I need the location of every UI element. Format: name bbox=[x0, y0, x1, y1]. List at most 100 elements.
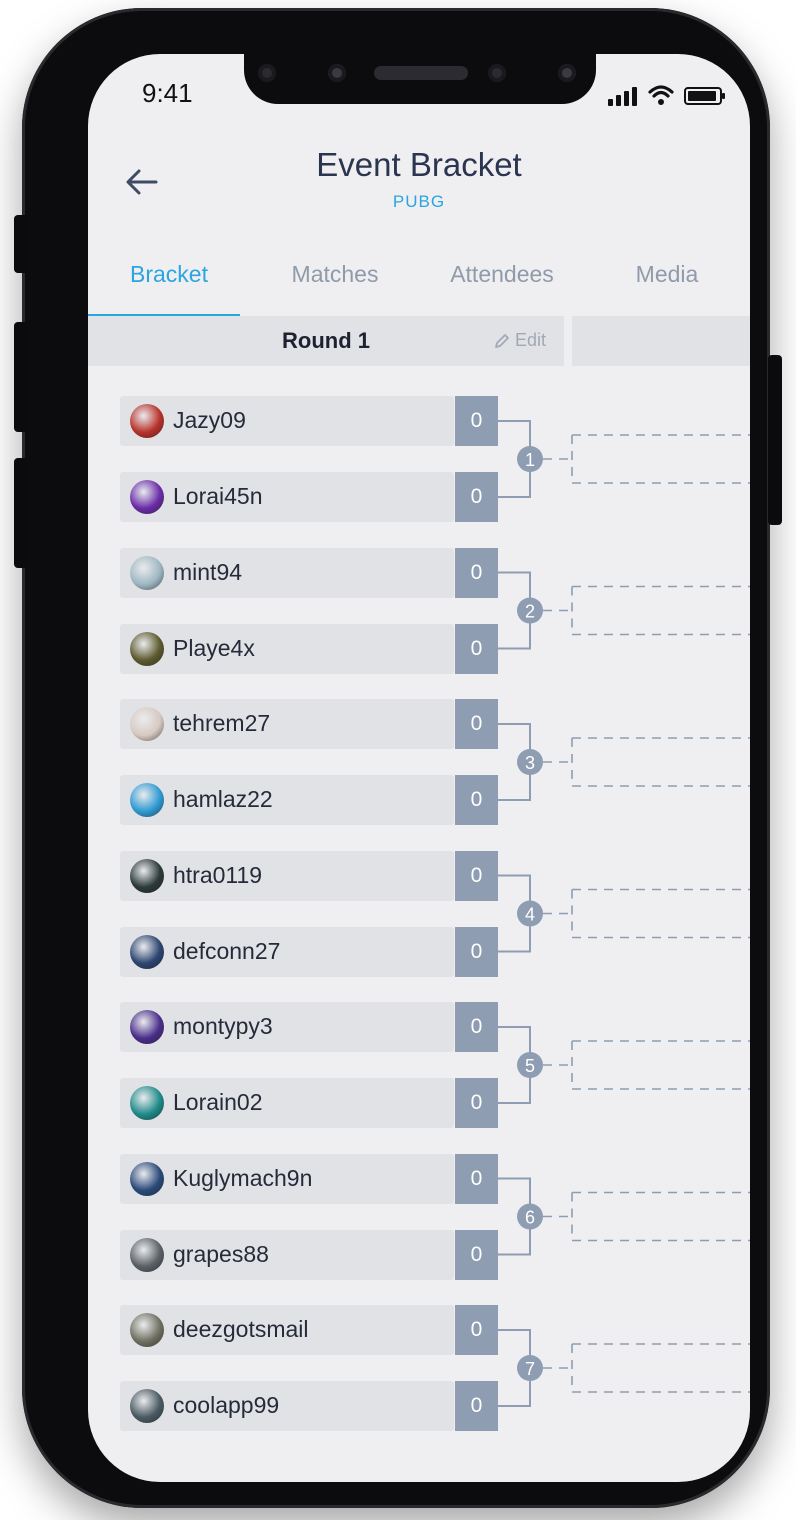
player-name: tehrem27 bbox=[173, 710, 271, 736]
screen: 9:41 Event Bracket PUBG Bracket Matches … bbox=[88, 54, 750, 1482]
score-box[interactable]: 0 bbox=[455, 623, 498, 674]
player-slot: coolapp99 0 bbox=[120, 1381, 498, 1431]
avatar bbox=[130, 1313, 164, 1347]
match-number: 1 bbox=[525, 450, 535, 470]
player-row[interactable]: defconn27 bbox=[120, 926, 454, 977]
player-name: coolapp99 bbox=[173, 1392, 280, 1418]
player-name: grapes88 bbox=[173, 1240, 269, 1267]
avatar bbox=[130, 404, 164, 438]
score-box[interactable]: 0 bbox=[455, 1078, 498, 1128]
player-row[interactable]: Lorai45n bbox=[120, 472, 454, 522]
player-row[interactable]: Lorain02 bbox=[120, 1078, 454, 1128]
pencil-icon bbox=[495, 333, 509, 348]
player-name: defconn27 bbox=[173, 937, 281, 964]
player-slot: htra0119 0 bbox=[120, 850, 498, 901]
next-round-placeholder bbox=[543, 1040, 750, 1090]
player-row[interactable]: hamlaz22 bbox=[120, 775, 454, 825]
match-number: 4 bbox=[525, 905, 535, 925]
signal-icon bbox=[608, 84, 642, 106]
player-slot: deezgotsmail 0 bbox=[120, 1305, 498, 1355]
avatar bbox=[130, 1389, 164, 1423]
player-slot: mint94 0 bbox=[120, 547, 498, 598]
sensor-icon bbox=[258, 64, 276, 82]
tab-media[interactable]: Media bbox=[584, 244, 750, 316]
score-box[interactable]: 0 bbox=[455, 1381, 498, 1431]
avatar bbox=[130, 1086, 164, 1120]
player-slot: Jazy09 0 bbox=[120, 396, 498, 446]
next-round-placeholder bbox=[543, 434, 750, 484]
score-box[interactable]: 0 bbox=[455, 547, 498, 598]
player-row[interactable]: tehrem27 bbox=[120, 699, 454, 749]
player-row[interactable]: deezgotsmail bbox=[120, 1305, 454, 1355]
player-slot: Kuglymach9n 0 bbox=[120, 1153, 498, 1204]
player-slot: grapes88 0 bbox=[120, 1229, 498, 1280]
next-round-placeholder bbox=[543, 585, 750, 636]
tab-matches[interactable]: Matches bbox=[250, 244, 420, 316]
battery-icon bbox=[684, 87, 725, 105]
wifi-icon bbox=[648, 85, 674, 105]
volume-down-button bbox=[14, 458, 28, 568]
score-box[interactable]: 0 bbox=[455, 472, 498, 522]
camera-icon bbox=[488, 64, 506, 82]
score-box[interactable]: 0 bbox=[455, 1229, 498, 1280]
score-box[interactable]: 0 bbox=[455, 775, 498, 825]
player-name: Lorai45n bbox=[173, 483, 263, 509]
tab-attendees[interactable]: Attendees bbox=[420, 244, 584, 316]
player-row[interactable]: htra0119 bbox=[120, 850, 454, 901]
player-name: mint94 bbox=[173, 558, 243, 585]
player-slot: Lorai45n 0 bbox=[120, 472, 498, 522]
status-time: 9:41 bbox=[142, 78, 193, 108]
match-number: 5 bbox=[525, 1056, 535, 1076]
player-row[interactable]: grapes88 bbox=[120, 1229, 454, 1280]
avatar bbox=[130, 1010, 164, 1044]
tab-bar: Bracket Matches Attendees Media bbox=[88, 244, 750, 317]
sensor-icon bbox=[328, 64, 346, 82]
player-name: hamlaz22 bbox=[173, 786, 273, 812]
player-name: htra0119 bbox=[173, 861, 263, 888]
page-subtitle: PUBG bbox=[392, 192, 446, 211]
player-name: Jazy09 bbox=[173, 407, 246, 433]
edit-round-button[interactable]: Edit bbox=[493, 330, 546, 351]
score-box[interactable]: 0 bbox=[455, 850, 498, 901]
score-box[interactable]: 0 bbox=[455, 1002, 498, 1052]
avatar bbox=[130, 631, 164, 666]
player-name: Playe4x bbox=[173, 634, 255, 661]
player-row[interactable]: coolapp99 bbox=[120, 1381, 454, 1431]
avatar bbox=[130, 858, 164, 893]
score-box[interactable]: 0 bbox=[455, 1153, 498, 1204]
avatar bbox=[130, 707, 164, 741]
score-box[interactable]: 0 bbox=[455, 396, 498, 446]
notch bbox=[244, 54, 596, 104]
tab-bracket[interactable]: Bracket bbox=[88, 244, 250, 316]
next-round-placeholder bbox=[543, 737, 750, 787]
avatar bbox=[130, 783, 164, 817]
avatar bbox=[130, 480, 164, 514]
score-box[interactable]: 0 bbox=[455, 926, 498, 977]
avatar bbox=[130, 1237, 164, 1272]
player-row[interactable]: montypy3 bbox=[120, 1002, 454, 1052]
player-row[interactable]: Jazy09 bbox=[120, 396, 454, 446]
player-name: montypy3 bbox=[173, 1013, 273, 1039]
match-number: 3 bbox=[525, 753, 535, 773]
match-number: 7 bbox=[525, 1359, 535, 1379]
player-slot: Playe4x 0 bbox=[120, 623, 498, 674]
match-number: 2 bbox=[525, 602, 535, 622]
avatar bbox=[130, 934, 164, 969]
round-2-header bbox=[572, 316, 750, 366]
player-slot: montypy3 0 bbox=[120, 1002, 498, 1052]
player-row[interactable]: Playe4x bbox=[120, 623, 454, 674]
page-title: Event Bracket bbox=[316, 146, 522, 183]
power-button bbox=[768, 355, 782, 525]
player-name: Lorain02 bbox=[173, 1089, 263, 1115]
score-box[interactable]: 0 bbox=[455, 699, 498, 749]
bracket: 1234567 Jazy09 0 Lorai45n 0 mint94 0 Playe4x 0 t… bbox=[88, 366, 750, 1482]
player-slot: defconn27 0 bbox=[120, 926, 498, 977]
player-slot: hamlaz22 0 bbox=[120, 775, 498, 825]
next-round-placeholder bbox=[543, 1191, 750, 1242]
player-row[interactable]: mint94 bbox=[120, 547, 454, 598]
phone-frame: 9:41 Event Bracket PUBG Bracket Matches … bbox=[22, 8, 770, 1508]
player-row[interactable]: Kuglymach9n bbox=[120, 1153, 454, 1204]
next-round-placeholder bbox=[543, 1343, 750, 1393]
score-box[interactable]: 0 bbox=[455, 1305, 498, 1355]
next-round-placeholder bbox=[543, 888, 750, 939]
